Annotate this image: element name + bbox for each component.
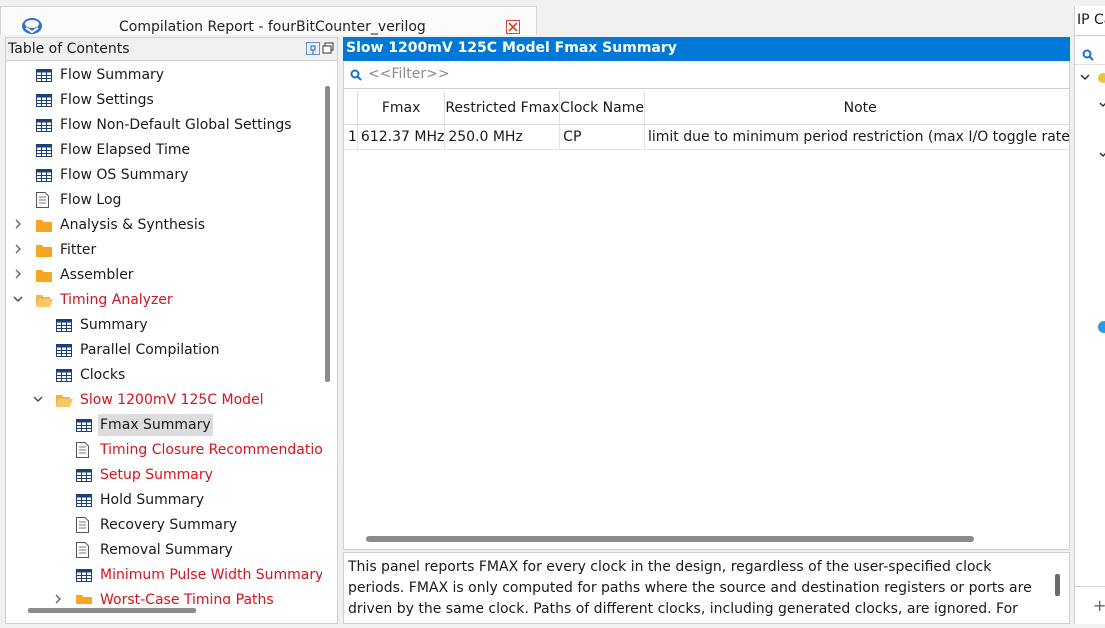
- toc-item-label: Fitter: [60, 242, 97, 258]
- table-icon: [76, 417, 92, 439]
- chevron-down-icon[interactable]: [1099, 102, 1105, 110]
- chevron-down-icon[interactable]: [13, 294, 23, 304]
- table-row[interactable]: 1 612.37 MHz 250.0 MHz CP limit due to m…: [345, 124, 1069, 150]
- toc-item-label: Assembler: [60, 267, 134, 283]
- column-header-note[interactable]: Note: [644, 91, 1069, 125]
- fmax-table-area: Fmax Restricted Fmax Clock Name Note 1 6…: [343, 88, 1070, 550]
- description-text: This panel reports FMAX for every clock …: [348, 559, 1032, 623]
- document-icon: [76, 542, 89, 565]
- folder-open-icon: [56, 392, 73, 414]
- divider: [1075, 586, 1105, 587]
- pin-icon[interactable]: [306, 42, 320, 55]
- table-icon: [56, 342, 72, 364]
- table-icon: [76, 492, 92, 514]
- folder-open-icon: [36, 292, 53, 314]
- toc-item-label: Hold Summary: [100, 492, 204, 508]
- toc-tree: Flow Summary Flow Settings Flow Non-Defaul…: [6, 64, 322, 604]
- table-icon: [76, 467, 92, 489]
- toc-item-label: Recovery Summary: [100, 517, 238, 533]
- chevron-right-icon[interactable]: [13, 219, 23, 229]
- filter-input[interactable]: [368, 63, 1058, 85]
- library-icon: [1098, 73, 1105, 83]
- column-header-fmax[interactable]: Fmax: [357, 91, 446, 125]
- toc-item-label: Clocks: [80, 367, 126, 383]
- toc-item-label: Worst-Case Timing Paths: [100, 592, 274, 604]
- search-icon: [1082, 49, 1094, 61]
- toc-item-label: Parallel Compilation: [80, 342, 220, 358]
- table-cell-restricted-fmax: 250.0 MHz: [444, 124, 561, 150]
- table-icon: [36, 142, 52, 164]
- report-title: Slow 1200mV 125C Model Fmax Summary: [346, 40, 677, 56]
- toc-item-label: Setup Summary: [100, 467, 213, 483]
- column-header-index[interactable]: [345, 91, 358, 125]
- divider: [1075, 64, 1105, 65]
- document-icon: [76, 517, 89, 540]
- table-cell-fmax: 612.37 MHz: [357, 124, 446, 150]
- close-icon[interactable]: [506, 20, 520, 34]
- toc-item-label: Summary: [80, 317, 148, 333]
- table-of-contents-panel: Table of Contents Flow Summary Flow Setti…: [5, 37, 338, 624]
- toc-item-label: Flow Non-Default Global Settings: [60, 117, 292, 133]
- toc-item-label: Flow OS Summary: [60, 167, 189, 183]
- chevron-right-icon[interactable]: [13, 244, 23, 254]
- description-panel: This panel reports FMAX for every clock …: [343, 552, 1070, 624]
- description-scrollbar[interactable]: [1055, 574, 1060, 596]
- toc-item-label: Flow Elapsed Time: [60, 142, 191, 158]
- fmax-summary-table: Fmax Restricted Fmax Clock Name Note 1 6…: [345, 91, 1069, 150]
- toc-item-label: Minimum Pulse Width Summary: [100, 567, 322, 583]
- table-icon: [56, 367, 72, 389]
- search-icon: [350, 69, 362, 81]
- table-cell-clock-name: CP: [559, 124, 645, 150]
- toc-header: Table of Contents: [6, 38, 337, 61]
- table-header-row: Fmax Restricted Fmax Clock Name Note: [345, 91, 1069, 125]
- compilation-report-tab[interactable]: Compilation Report - fourBitCounter_veri…: [0, 6, 537, 35]
- toc-item-label: Flow Settings: [60, 92, 154, 108]
- filter-bar: [343, 61, 1070, 88]
- column-header-clock-name[interactable]: Clock Name: [559, 91, 645, 125]
- table-horizontal-scrollbar[interactable]: [366, 536, 974, 542]
- toc-item-label: Analysis & Synthesis: [60, 217, 205, 233]
- toc-item-label: Timing Analyzer: [60, 292, 173, 308]
- folder-icon: [76, 592, 92, 604]
- folder-icon: [36, 217, 52, 239]
- add-ip-button[interactable]: +: [1093, 596, 1105, 615]
- chevron-down-icon[interactable]: [1099, 152, 1105, 160]
- toc-item-label: Fmax Summary: [98, 414, 213, 436]
- tab-title: Compilation Report - fourBitCounter_veri…: [119, 19, 426, 35]
- table-icon: [36, 117, 52, 139]
- column-header-restricted-fmax[interactable]: Restricted Fmax: [444, 91, 561, 125]
- table-icon: [76, 567, 92, 589]
- toc-item-label: Flow Log: [60, 192, 122, 208]
- folder-icon: [36, 242, 52, 264]
- chevron-right-icon[interactable]: [53, 594, 63, 604]
- folder-icon: [36, 267, 52, 289]
- divider: [1075, 35, 1105, 36]
- quartus-logo-icon: [22, 18, 42, 34]
- table-icon: [56, 317, 72, 339]
- toc-item-label: Removal Summary: [100, 542, 233, 558]
- toc-item-label: Flow Summary: [60, 67, 165, 83]
- toc-vertical-scrollbar[interactable]: [325, 86, 330, 382]
- float-window-icon[interactable]: [322, 42, 334, 54]
- table-cell-index: 1: [345, 124, 358, 150]
- table-icon: [36, 67, 52, 89]
- table-cell-note: limit due to minimum period restriction …: [644, 124, 1069, 150]
- table-icon: [36, 167, 52, 189]
- document-icon: [76, 442, 89, 465]
- ip-catalog-panel: IP Catalog +: [1074, 6, 1105, 624]
- toc-title: Table of Contents: [8, 41, 130, 57]
- toc-item-label: Timing Closure Recommendation: [100, 442, 322, 458]
- chevron-down-icon[interactable]: [33, 394, 43, 404]
- document-icon: [36, 192, 49, 215]
- report-header: Slow 1200mV 125C Model Fmax Summary: [343, 37, 1070, 61]
- chevron-down-icon[interactable]: [1080, 74, 1090, 82]
- ip-core-icon: [1098, 321, 1105, 333]
- chevron-right-icon[interactable]: [13, 269, 23, 279]
- table-icon: [36, 92, 52, 114]
- toc-horizontal-scrollbar[interactable]: [28, 608, 196, 613]
- toc-item-label: Slow 1200mV 125C Model: [80, 392, 264, 408]
- ip-catalog-title: IP Catalog: [1077, 12, 1105, 28]
